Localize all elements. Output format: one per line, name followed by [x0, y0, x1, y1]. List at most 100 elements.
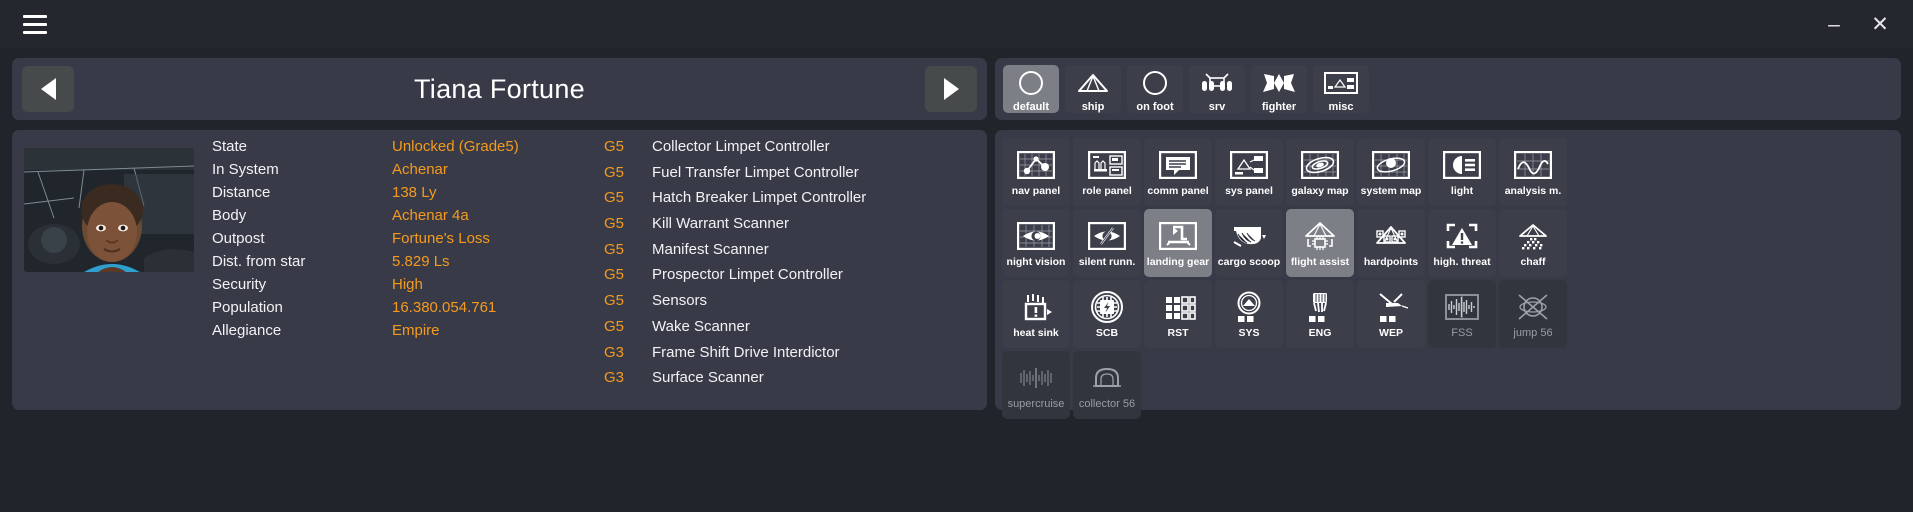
detail-value: Empire: [392, 322, 440, 339]
tile-supercruise[interactable]: supercruise: [1002, 351, 1070, 419]
collector-icon: [1088, 360, 1126, 396]
detail-value: Fortune's Loss: [392, 230, 490, 247]
engineer-column: Tiana Fortune State Unlocked (Grade5) In…: [12, 58, 987, 410]
tile-hardpoints[interactable]: hardpoints: [1357, 209, 1425, 277]
tile-label: high. threat: [1433, 256, 1491, 269]
reset-pips-icon: [1159, 289, 1197, 325]
module-row: G5 Manifest Scanner: [604, 241, 866, 267]
detail-key: Population: [212, 299, 283, 316]
module-row: G5 Kill Warrant Scanner: [604, 215, 866, 241]
hamburger-bar: [23, 22, 47, 26]
jump-icon: [1514, 289, 1552, 325]
tile-label: hardpoints: [1363, 256, 1419, 269]
engineer-details-card: State Unlocked (Grade5) In System Achena…: [12, 130, 987, 410]
mode-button-default[interactable]: default: [1003, 65, 1059, 113]
detail-row: Security High: [212, 276, 519, 299]
tile-label: collector 56: [1078, 398, 1136, 410]
tile-comm-panel[interactable]: comm panel: [1144, 138, 1212, 206]
tile-role-panel[interactable]: role panel: [1073, 138, 1141, 206]
tile-label: RST: [1167, 327, 1189, 340]
module-grade: G5: [604, 163, 625, 181]
tile-heat-sink[interactable]: heat sink: [1002, 280, 1070, 348]
engineer-header: Tiana Fortune: [12, 58, 987, 120]
mode-button-ship[interactable]: ship: [1065, 65, 1121, 113]
module-grade: G3: [604, 369, 625, 387]
tile-chaff[interactable]: chaff: [1499, 209, 1567, 277]
tile-cargo-scoop[interactable]: cargo scoop: [1215, 209, 1283, 277]
system-map-icon: [1372, 147, 1410, 183]
tile-galaxy-map[interactable]: galaxy map: [1286, 138, 1354, 206]
tile-light[interactable]: light: [1428, 138, 1496, 206]
detail-key: In System: [212, 161, 279, 178]
hamburger-icon[interactable]: [18, 7, 52, 41]
headlight-icon: [1443, 147, 1481, 183]
module-name: Prospector Limpet Controller: [652, 266, 843, 284]
misc-panel-icon: [1323, 65, 1359, 100]
tile-collector[interactable]: collector 56: [1073, 351, 1141, 419]
chaff-icon: [1514, 218, 1552, 254]
tile-system-map[interactable]: system map: [1357, 138, 1425, 206]
tile-jump[interactable]: jump 56: [1499, 280, 1567, 348]
tile-nav-panel[interactable]: nav panel: [1002, 138, 1070, 206]
hardpoints-icon: [1371, 218, 1411, 254]
detail-key: Security: [212, 276, 267, 293]
detail-value: Achenar 4a: [392, 207, 469, 224]
mode-button-fighter[interactable]: fighter: [1251, 65, 1307, 113]
minimize-button[interactable]: –: [1811, 1, 1857, 47]
module-name: Hatch Breaker Limpet Controller: [652, 189, 867, 207]
tile-label: cargo scoop: [1217, 256, 1281, 269]
controls-grid: nav panel role panel comm panel sys pane…: [1002, 138, 1894, 419]
detail-value: 16.380.054.761: [392, 299, 497, 316]
tile-rst[interactable]: RST: [1144, 280, 1212, 348]
mode-label: srv: [1208, 101, 1226, 113]
tile-wep-pips[interactable]: WEP: [1357, 280, 1425, 348]
tile-label: supercruise: [1007, 398, 1065, 410]
detail-row: Dist. from star 5.829 Ls: [212, 253, 519, 276]
mode-label: default: [1012, 101, 1050, 113]
mode-label: ship: [1081, 101, 1105, 113]
detail-value: High: [392, 276, 423, 293]
tile-flight-assist[interactable]: flight assist: [1286, 209, 1354, 277]
tile-label: galaxy map: [1291, 185, 1349, 198]
sys-pips-icon: [1230, 289, 1268, 325]
tile-label: SYS: [1238, 327, 1260, 340]
detail-value: Achenar: [392, 161, 448, 178]
galaxy-map-icon: [1301, 147, 1339, 183]
tile-night-vision[interactable]: night vision: [1002, 209, 1070, 277]
tile-label: system map: [1360, 185, 1422, 198]
tile-scb[interactable]: SCB: [1073, 280, 1141, 348]
mode-button-on-foot[interactable]: on foot: [1127, 65, 1183, 113]
mode-button-srv[interactable]: srv: [1189, 65, 1245, 113]
supercruise-icon: [1017, 360, 1055, 396]
tile-label: FSS: [1451, 327, 1473, 339]
next-engineer-button[interactable]: [925, 66, 977, 112]
tile-label: sys panel: [1225, 185, 1273, 198]
tile-highest-threat[interactable]: high. threat: [1428, 209, 1496, 277]
module-grade: G5: [604, 138, 625, 155]
module-grade: G5: [604, 292, 625, 310]
silent-running-icon: [1088, 218, 1126, 254]
chevron-right-icon: [943, 78, 959, 100]
module-name: Collector Limpet Controller: [652, 138, 830, 155]
detail-row: In System Achenar: [212, 161, 519, 184]
detail-key: State: [212, 138, 248, 155]
detail-value: 138 Ly: [392, 184, 437, 201]
tile-landing-gear[interactable]: landing gear: [1144, 209, 1212, 277]
tile-fss[interactable]: FSS: [1428, 280, 1496, 348]
module-name: Fuel Transfer Limpet Controller: [652, 163, 859, 181]
role-panel-icon: [1088, 147, 1126, 183]
close-button[interactable]: ✕: [1857, 1, 1903, 47]
tile-analysis-mode[interactable]: analysis m.: [1499, 138, 1567, 206]
analysis-mode-icon: [1514, 147, 1552, 183]
prev-engineer-button[interactable]: [22, 66, 74, 112]
tile-eng-pips[interactable]: ENG: [1286, 280, 1354, 348]
tile-sys-panel[interactable]: sys panel: [1215, 138, 1283, 206]
module-name: Sensors: [652, 292, 708, 310]
mode-button-misc[interactable]: misc: [1313, 65, 1369, 113]
tile-silent-running[interactable]: silent runn.: [1073, 209, 1141, 277]
detail-value: Unlocked (Grade5): [392, 138, 519, 155]
detail-row: State Unlocked (Grade5): [212, 138, 519, 161]
tile-sys-pips[interactable]: SYS: [1215, 280, 1283, 348]
tile-label: role panel: [1082, 185, 1132, 198]
tile-label: nav panel: [1011, 185, 1061, 198]
